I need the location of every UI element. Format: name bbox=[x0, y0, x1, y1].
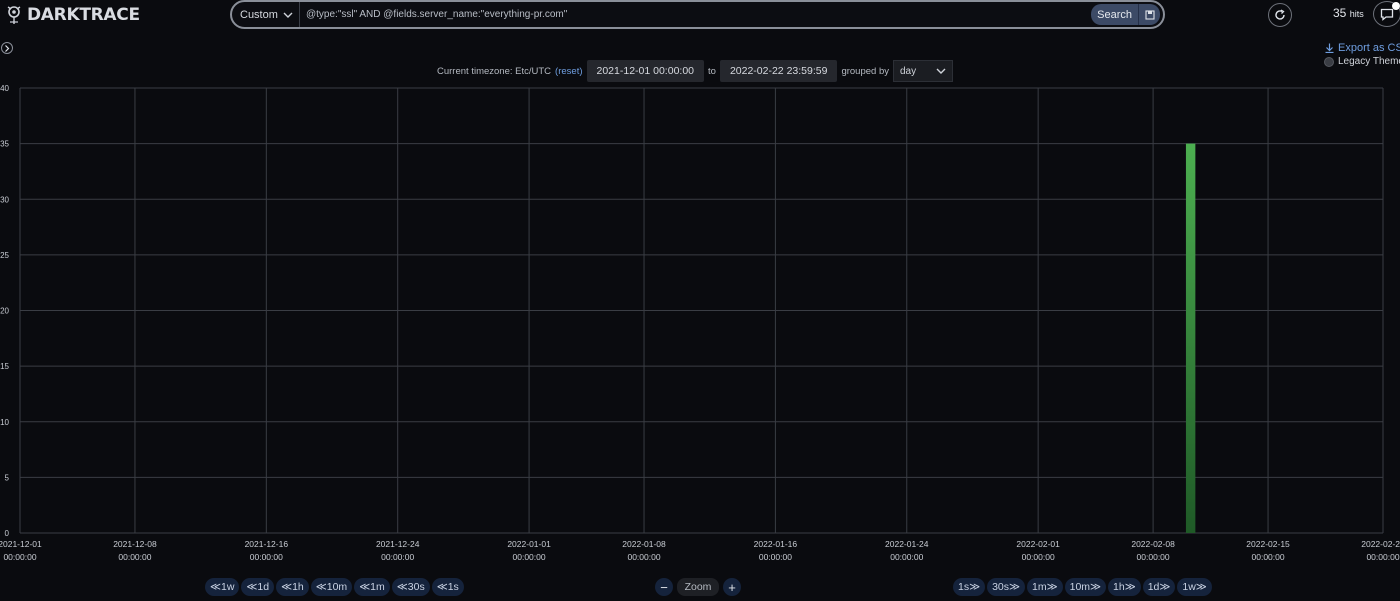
x-tick-time-label: 00:00:00 bbox=[513, 552, 546, 562]
hits-count: 35 bbox=[1333, 6, 1347, 20]
x-tick-date-label: 2021-12-01 bbox=[0, 539, 42, 549]
chat-icon bbox=[1380, 8, 1394, 21]
y-tick-label: 30 bbox=[0, 195, 9, 204]
nav-forward-button[interactable]: 1h≫ bbox=[1108, 578, 1141, 596]
notifications-button[interactable] bbox=[1373, 1, 1400, 27]
x-tick-time-label: 00:00:00 bbox=[1366, 552, 1399, 562]
zoom-control: − Zoom + bbox=[655, 576, 741, 598]
group-by-select[interactable]: day bbox=[892, 60, 953, 82]
timezone-reset-link[interactable]: (reset) bbox=[555, 66, 582, 77]
y-tick-label: 35 bbox=[0, 140, 9, 149]
x-tick-date-label: 2022-01-16 bbox=[754, 539, 798, 549]
x-tick-time-label: 00:00:00 bbox=[250, 552, 283, 562]
search-input[interactable] bbox=[300, 9, 1092, 20]
histogram-bar bbox=[1185, 143, 1196, 533]
time-range-bar: Current timezone: Etc/UTC (reset) 2021-1… bbox=[437, 60, 953, 82]
timezone-label: Current timezone: Etc/UTC bbox=[437, 65, 552, 77]
nav-back-button[interactable]: ≪1h bbox=[276, 578, 309, 596]
export-csv-link[interactable]: Export as CSV bbox=[1325, 42, 1400, 54]
nav-back-button[interactable]: ≪1s bbox=[431, 578, 464, 596]
query-mode-value: Custom bbox=[240, 8, 278, 21]
x-tick-date-label: 2022-02-22 bbox=[1361, 539, 1400, 549]
x-tick-time-label: 00:00:00 bbox=[1137, 552, 1170, 562]
nav-forward-button[interactable]: 1s≫ bbox=[953, 578, 986, 596]
from-date-field[interactable]: 2021-12-01 00:00:00 bbox=[586, 60, 704, 82]
y-tick-label: 40 bbox=[0, 84, 9, 93]
x-tick-date-label: 2021-12-16 bbox=[245, 539, 289, 549]
sidebar-toggle-button[interactable] bbox=[1, 42, 13, 54]
nav-forward-button[interactable]: 30s≫ bbox=[987, 578, 1026, 596]
nav-forward-button[interactable]: 1w≫ bbox=[1177, 578, 1212, 596]
y-tick-label: 15 bbox=[0, 362, 9, 371]
refresh-icon bbox=[1275, 9, 1285, 20]
hits-counter: 35 hits bbox=[1333, 6, 1364, 20]
darktrace-logo-icon bbox=[7, 6, 21, 24]
chevron-down-icon bbox=[283, 12, 293, 18]
nav-forward-button[interactable]: 1d≫ bbox=[1142, 578, 1176, 596]
zoom-in-button[interactable]: + bbox=[723, 578, 741, 596]
legacy-theme-radio[interactable] bbox=[1324, 56, 1334, 67]
group-by-value: day bbox=[899, 65, 917, 77]
darktrace-logo[interactable]: DARKTRACE bbox=[4, 3, 140, 27]
y-tick-label: 5 bbox=[5, 473, 10, 482]
nav-forward-button[interactable]: 10m≫ bbox=[1064, 578, 1107, 596]
chevron-down-icon bbox=[936, 68, 946, 74]
x-tick-date-label: 2021-12-24 bbox=[376, 539, 420, 549]
save-query-button[interactable] bbox=[1138, 4, 1160, 25]
hits-label: hits bbox=[1349, 9, 1364, 19]
chevron-right-icon bbox=[5, 44, 10, 52]
x-tick-time-label: 00:00:00 bbox=[759, 552, 792, 562]
x-tick-time-label: 00:00:00 bbox=[1252, 552, 1285, 562]
brand-name: DARKTRACE bbox=[27, 5, 140, 25]
nav-back-button[interactable]: ≪30s bbox=[391, 578, 430, 596]
nav-forward-button[interactable]: 1m≫ bbox=[1027, 578, 1063, 596]
notification-badge bbox=[1392, 2, 1400, 10]
grouped-by-label: grouped by bbox=[841, 65, 889, 77]
search-button[interactable]: Search bbox=[1091, 4, 1138, 25]
x-tick-time-label: 00:00:00 bbox=[3, 552, 36, 562]
to-date-field[interactable]: 2022-02-22 23:59:59 bbox=[719, 60, 838, 82]
nav-back-button[interactable]: ≪1w bbox=[205, 578, 240, 596]
query-mode-select[interactable]: Custom bbox=[232, 2, 300, 27]
y-tick-label: 25 bbox=[0, 251, 9, 260]
x-tick-date-label: 2022-02-15 bbox=[1246, 539, 1290, 549]
nav-back-button[interactable]: ≪1m bbox=[354, 578, 390, 596]
x-tick-time-label: 00:00:00 bbox=[118, 552, 151, 562]
zoom-out-button[interactable]: − bbox=[655, 578, 673, 596]
x-tick-time-label: 00:00:00 bbox=[381, 552, 414, 562]
x-tick-date-label: 2022-02-01 bbox=[1016, 539, 1060, 549]
to-label: to bbox=[708, 65, 716, 77]
y-tick-label: 0 bbox=[5, 529, 10, 538]
nav-back-button[interactable]: ≪1d bbox=[241, 578, 275, 596]
nav-back-group: ≪1w ≪1d ≪1h ≪10m ≪1m ≪30s ≪1s bbox=[205, 578, 464, 596]
x-tick-date-label: 2021-12-08 bbox=[113, 539, 157, 549]
refresh-button[interactable] bbox=[1268, 3, 1292, 27]
zoom-label: Zoom bbox=[676, 578, 720, 596]
x-tick-time-label: 00:00:00 bbox=[627, 552, 660, 562]
x-tick-time-label: 00:00:00 bbox=[1022, 552, 1055, 562]
x-tick-date-label: 2022-02-08 bbox=[1131, 539, 1175, 549]
y-tick-label: 20 bbox=[0, 307, 9, 316]
x-tick-date-label: 2022-01-24 bbox=[885, 539, 929, 549]
legacy-theme-label: Legacy Theme bbox=[1338, 56, 1400, 67]
search-bar: Custom Search bbox=[230, 0, 1165, 29]
nav-back-button[interactable]: ≪10m bbox=[310, 578, 353, 596]
x-tick-date-label: 2022-01-08 bbox=[622, 539, 666, 549]
export-csv-label: Export as CSV bbox=[1338, 42, 1400, 54]
y-tick-label: 10 bbox=[0, 418, 9, 427]
x-tick-time-label: 00:00:00 bbox=[890, 552, 923, 562]
download-icon bbox=[1325, 43, 1334, 53]
histogram-chart[interactable]: 0 5 10 15 20 25 30 35 40 2021-12-01 00:00:00 2021-1… bbox=[0, 82, 1400, 568]
nav-forward-group: 1s≫ 30s≫ 1m≫ 10m≫ 1h≫ 1d≫ 1w≫ bbox=[953, 578, 1212, 596]
legacy-theme-toggle[interactable]: Legacy Theme bbox=[1324, 56, 1400, 67]
x-tick-date-label: 2022-01-01 bbox=[507, 539, 551, 549]
save-icon bbox=[1144, 9, 1155, 20]
